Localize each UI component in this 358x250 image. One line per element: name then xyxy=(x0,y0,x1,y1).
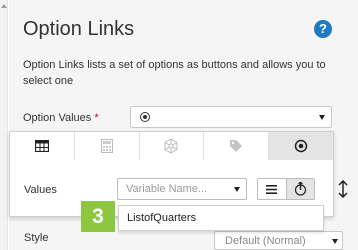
tab-tag[interactable] xyxy=(204,132,270,160)
style-label: Style xyxy=(24,232,49,244)
panel-title: Option Links xyxy=(23,18,135,40)
list-icon xyxy=(266,184,278,194)
option-values-label-text: Option Values xyxy=(23,112,92,124)
style-select-value: Default (Normal) xyxy=(225,235,306,247)
panel-description: Option Links lists a set of options as b… xyxy=(23,59,326,87)
tab-calculator[interactable] xyxy=(74,132,140,160)
tab-network[interactable] xyxy=(139,132,205,160)
dropdown-item-listofquarters[interactable]: ListofQuarters xyxy=(127,206,323,230)
left-scrollbar[interactable] xyxy=(0,0,8,250)
value-mode-toggle xyxy=(257,178,315,200)
option-values-select[interactable] xyxy=(130,106,332,128)
step-number-badge: 3 xyxy=(81,201,115,232)
scroll-up-arrow-icon[interactable] xyxy=(1,4,7,8)
tag-icon xyxy=(230,140,243,152)
variable-picker-icon xyxy=(294,182,306,196)
values-label: Values xyxy=(24,184,57,196)
variable-name-input[interactable]: Variable Name... xyxy=(117,178,247,200)
chevron-down-icon xyxy=(319,115,325,120)
hexagon-network-icon xyxy=(164,138,178,154)
help-icon[interactable]: ? xyxy=(314,20,332,38)
properties-panel: Option Links ? Option Links lists a set … xyxy=(9,0,358,250)
style-select[interactable]: Default (Normal) xyxy=(214,231,343,250)
required-marker: * xyxy=(94,112,99,124)
variable-name-placeholder: Variable Name... xyxy=(126,183,208,195)
table-icon xyxy=(34,140,49,152)
radio-icon xyxy=(294,139,308,153)
chevron-down-icon xyxy=(234,187,240,192)
tab-option-links[interactable] xyxy=(269,132,333,160)
list-mode-button[interactable] xyxy=(258,179,286,199)
variable-mode-button[interactable] xyxy=(285,179,314,199)
chevron-down-icon xyxy=(332,239,338,244)
value-type-tabs xyxy=(10,132,333,160)
tab-table[interactable] xyxy=(10,132,75,160)
option-values-label: Option Values * xyxy=(23,112,99,124)
sort-icon[interactable] xyxy=(336,180,350,198)
radio-icon xyxy=(140,112,150,122)
calculator-icon xyxy=(100,139,113,153)
variable-dropdown: ListofQuarters xyxy=(118,205,324,231)
